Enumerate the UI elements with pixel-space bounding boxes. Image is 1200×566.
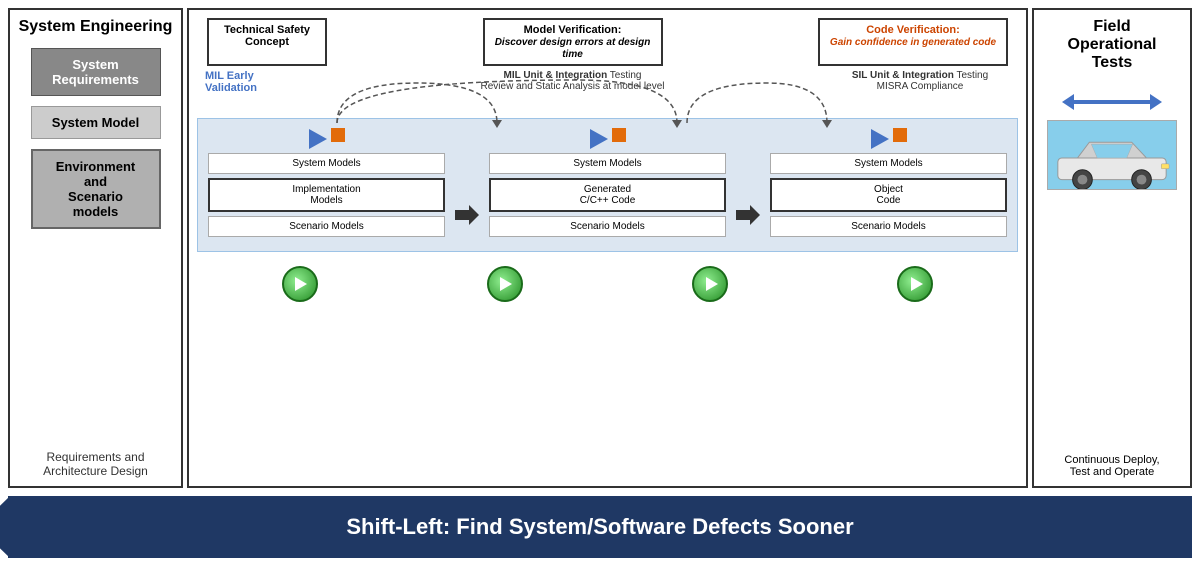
play-triangle-1: [309, 129, 327, 149]
double-arrow-container: [1062, 92, 1162, 112]
object-code-box: ObjectCode: [770, 178, 1007, 212]
system-requirements-box: SystemRequirements: [31, 48, 161, 96]
technical-safety-concept-box: Technical SafetyConcept: [207, 18, 327, 66]
scenario-models-box-3: Scenario Models: [770, 216, 1007, 237]
orange-square-3: [893, 128, 907, 142]
car-image: [1047, 120, 1177, 190]
green-play-button-1[interactable]: [487, 266, 523, 302]
dashed-arcs-svg: [297, 78, 877, 128]
green-play-button-0[interactable]: [282, 266, 318, 302]
play-triangle-2: [590, 129, 608, 149]
green-play-row: [197, 260, 1018, 304]
green-play-button-3[interactable]: [897, 266, 933, 302]
orange-square-2: [612, 128, 626, 142]
model-column-3: System Models ObjectCode Scenario Models: [770, 129, 1007, 241]
model-column-1: System Models ImplementationModels Scena…: [208, 129, 445, 241]
left-panel-title: System Engineering: [19, 18, 173, 36]
scenario-models-box-2: Scenario Models: [489, 216, 726, 237]
arrow-2-3: [736, 189, 760, 241]
blue-area: System Models ImplementationModels Scena…: [197, 118, 1018, 252]
implementation-models-box: ImplementationModels: [208, 178, 445, 212]
generated-code-box: GeneratedC/C++ Code: [489, 178, 726, 212]
scenario-models-box-1: Scenario Models: [208, 216, 445, 237]
model-icon-3: [871, 129, 907, 149]
system-model-box: System Model: [31, 106, 161, 139]
left-panel: System Engineering SystemRequirements Sy…: [8, 8, 183, 488]
right-arrow-2: [736, 205, 760, 225]
main-container: System Engineering SystemRequirements Sy…: [0, 0, 1200, 566]
model-icon-1: [309, 129, 345, 149]
arrow-1-2: [455, 189, 479, 241]
right-panel-title: FieldOperationalTests: [1068, 18, 1157, 72]
double-arrow-svg: [1062, 92, 1162, 112]
bottom-banner: Shift-Left: Find System/Software Defects…: [8, 496, 1192, 558]
top-section: System Engineering SystemRequirements Sy…: [0, 0, 1200, 496]
left-panel-footer: Requirements andArchitecture Design: [43, 450, 148, 478]
model-icon-2: [590, 129, 626, 149]
model-verification-box: Model Verification:Discover design error…: [483, 18, 663, 66]
left-arrow-shape: [0, 496, 10, 558]
system-models-box-3: System Models: [770, 153, 1007, 174]
orange-square-1: [331, 128, 345, 142]
code-verification-box: Code Verification:Gain confidence in gen…: [818, 18, 1008, 66]
green-play-button-2[interactable]: [692, 266, 728, 302]
model-column-2: System Models GeneratedC/C++ Code Scenar…: [489, 129, 726, 241]
environment-scenario-box: Environment andScenario models: [31, 149, 161, 229]
right-panel-footer: Continuous Deploy,Test and Operate: [1064, 454, 1159, 478]
system-models-box-1: System Models: [208, 153, 445, 174]
right-arrow-1: [455, 205, 479, 225]
system-models-box-2: System Models: [489, 153, 726, 174]
middle-content: Technical SafetyConcept Model Verificati…: [197, 18, 1018, 478]
bottom-banner-text: Shift-Left: Find System/Software Defects…: [8, 514, 1192, 540]
play-triangle-3: [871, 129, 889, 149]
car-svg: [1048, 120, 1176, 190]
right-panel: FieldOperationalTests: [1032, 8, 1192, 488]
middle-panel: Technical SafetyConcept Model Verificati…: [187, 8, 1028, 488]
